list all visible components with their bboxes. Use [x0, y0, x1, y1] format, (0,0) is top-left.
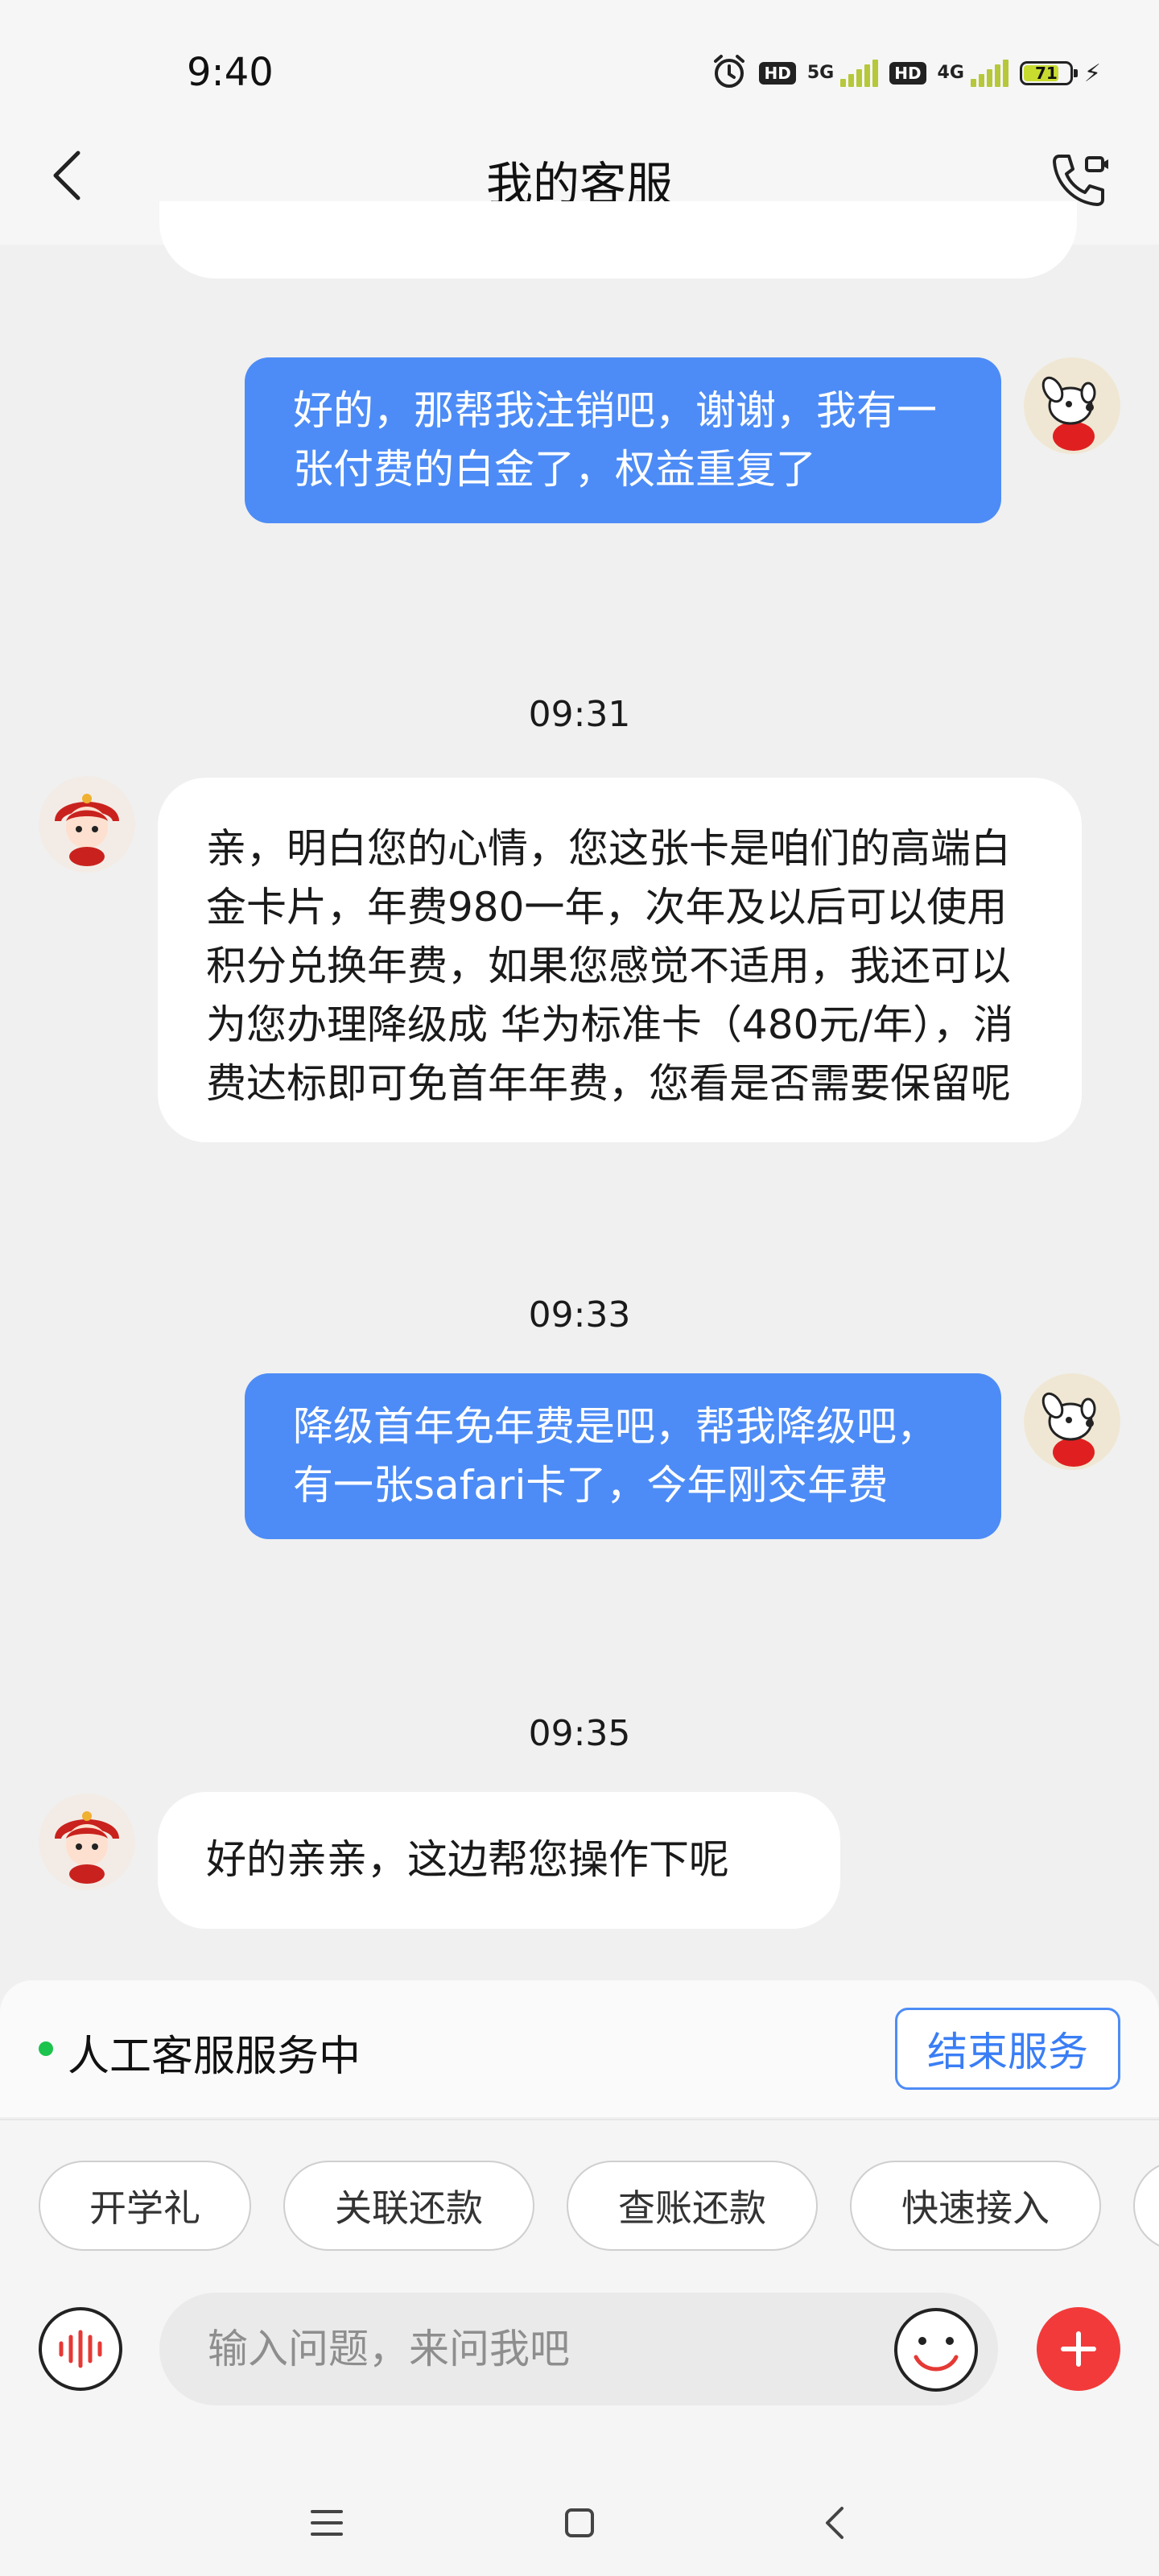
battery-level: 71	[1035, 64, 1058, 83]
user-message-bubble: 降级首年免年费是吧，帮我降级吧，有一张safari卡了，今年刚交年费	[245, 1373, 1001, 1539]
user-avatar	[1024, 1373, 1120, 1470]
add-more-button[interactable]	[1037, 2307, 1120, 2391]
quick-chip-linked-repayment[interactable]: 关联还款	[283, 2161, 534, 2251]
timestamp: 09:33	[528, 1294, 631, 1335]
system-navigation-bar	[0, 2471, 1159, 2576]
quick-chip-more[interactable]	[1133, 2161, 1159, 2251]
previous-message-bubble	[159, 201, 1077, 279]
agent-avatar	[39, 776, 135, 873]
menu-icon[interactable]	[309, 2507, 344, 2539]
quick-reply-row: 开学礼 关联还款 查账还款 快速接入	[0, 2120, 1159, 2265]
alarm-icon	[711, 53, 748, 93]
quick-chip-opening-gift[interactable]: 开学礼	[39, 2161, 251, 2251]
signal-icon-2	[970, 60, 1008, 87]
signal-icon	[840, 60, 879, 87]
plus-icon	[1061, 2331, 1096, 2367]
status-icons: HD 5G HD 4G 71 ⚡	[711, 53, 1101, 93]
home-icon[interactable]	[563, 2507, 596, 2539]
battery-icon: 71	[1019, 61, 1078, 85]
agent-message-bubble: 亲，明白您的心情，您这张卡是咱们的高端白金卡片，年费980一年，次年及以后可以使…	[158, 778, 1082, 1142]
nav-back-icon[interactable]	[823, 2504, 847, 2542]
voice-input-button[interactable]	[39, 2307, 122, 2391]
hd-badge: HD	[759, 62, 796, 85]
voice-wave-icon	[59, 2330, 102, 2368]
smiley-icon	[894, 2308, 978, 2392]
network-type-4g: 4G	[937, 63, 964, 83]
user-avatar	[1024, 357, 1120, 454]
timestamp: 09:31	[528, 694, 631, 735]
quick-chip-bill-repayment[interactable]: 查账还款	[567, 2161, 818, 2251]
agent-avatar	[39, 1794, 135, 1890]
charging-icon: ⚡	[1083, 59, 1101, 88]
status-time: 9:40	[187, 50, 274, 95]
end-service-button[interactable]: 结束服务	[895, 2008, 1120, 2090]
user-message-bubble: 好的，那帮我注销吧，谢谢，我有一张付费的白金了，权益重复了	[245, 357, 1001, 523]
quick-chip-fast-access[interactable]: 快速接入	[850, 2161, 1101, 2251]
emoji-button[interactable]	[892, 2306, 980, 2394]
online-status-dot	[39, 2041, 53, 2056]
service-status-label: 人工客服服务中	[68, 2033, 361, 2081]
agent-message-bubble: 好的亲亲，这边帮您操作下呢	[158, 1792, 840, 1929]
hd-badge-2: HD	[889, 62, 926, 85]
question-input[interactable]	[159, 2293, 998, 2405]
timestamp: 09:35	[528, 1713, 631, 1754]
network-type-5g: 5G	[806, 63, 835, 83]
